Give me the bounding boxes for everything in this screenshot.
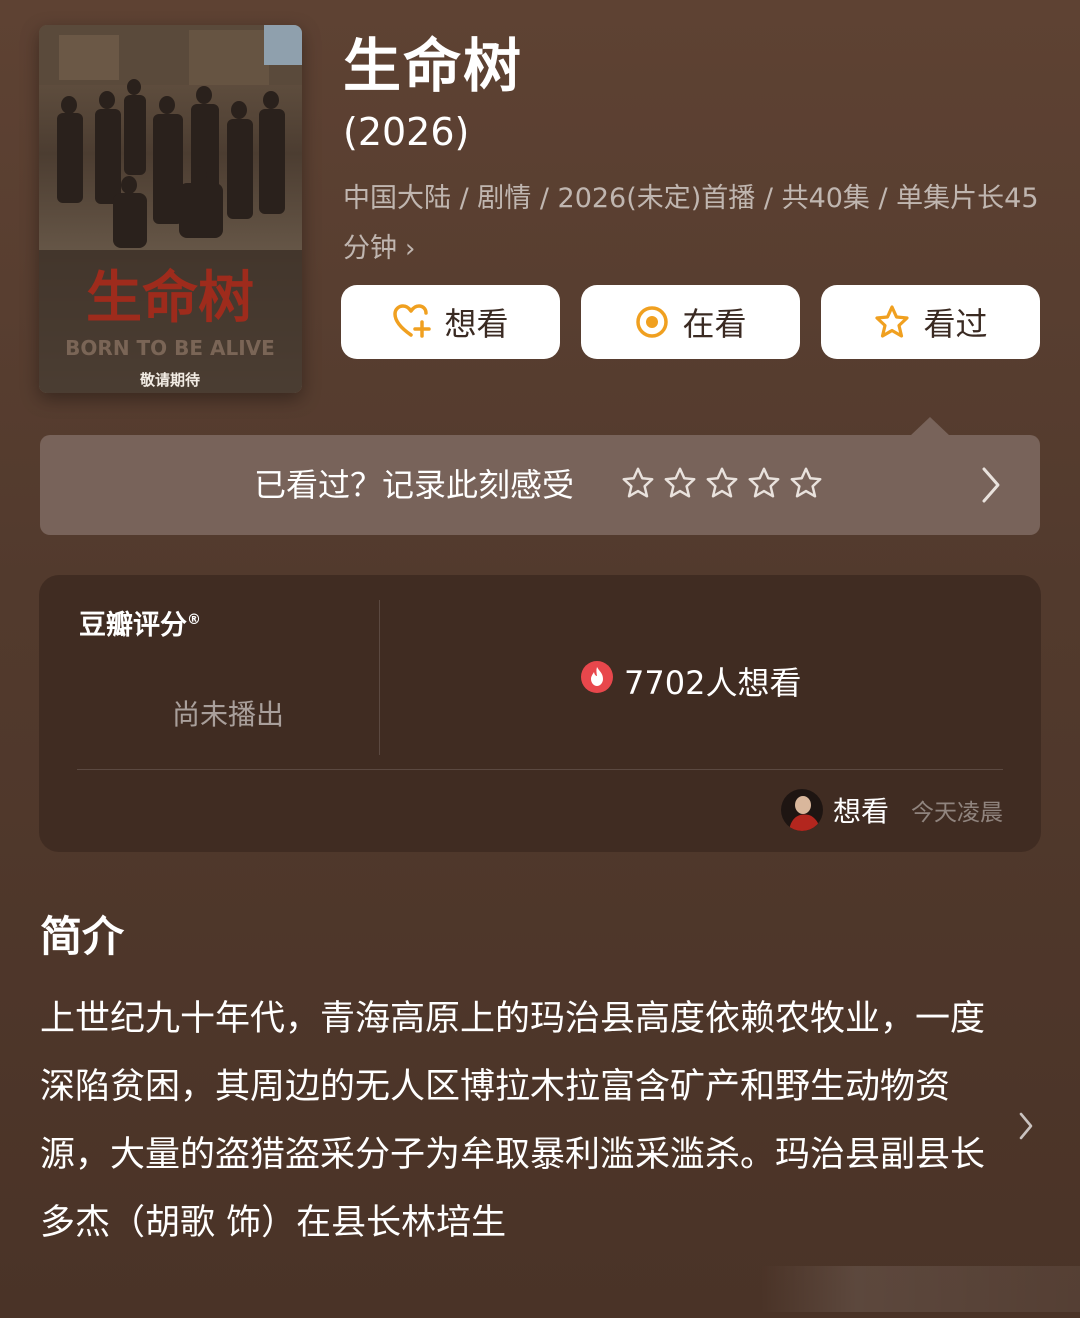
- star-rating-input[interactable]: [620, 465, 824, 501]
- watermark-overlay: [760, 1266, 1080, 1312]
- rating-prompt-bar[interactable]: 已看过？记录此刻感受: [40, 435, 1040, 535]
- rating-prompt-text: 已看过？记录此刻感受: [254, 466, 575, 504]
- star-outline-icon[interactable]: [620, 465, 656, 501]
- vertical-divider: [379, 600, 380, 755]
- score-title-text: 豆瓣评分: [79, 610, 187, 641]
- poster-subtitle-art: BORN TO BE ALIVE: [65, 336, 275, 360]
- chevron-right-icon: ›: [405, 234, 416, 264]
- horizontal-divider: [77, 769, 1003, 770]
- star-outline-icon[interactable]: [704, 465, 740, 501]
- want-count-text: 7702人想看: [624, 664, 802, 702]
- friend-activity[interactable]: 想看 今天凌晨: [780, 789, 1003, 831]
- watching-label: 在看: [682, 305, 747, 343]
- intro-heading: 简介: [40, 912, 125, 961]
- avatar[interactable]: [780, 789, 823, 831]
- poster-title-art: 生命树: [86, 265, 254, 331]
- watched-button[interactable]: 看过: [821, 285, 1040, 359]
- target-circle-icon: [634, 304, 670, 340]
- star-icon: [873, 304, 911, 340]
- score-status: 尚未播出: [172, 698, 285, 731]
- poster-tagline: 敬请期待: [139, 371, 200, 389]
- activity-label: 想看: [832, 795, 889, 828]
- intro-text[interactable]: 上世纪九十年代，青海高原上的玛治县高度依赖农牧业，一度深陷贫困，其周边的无人区博…: [40, 985, 985, 1257]
- star-outline-icon[interactable]: [662, 465, 698, 501]
- score-title: 豆瓣评分®: [79, 603, 201, 642]
- chevron-right-icon[interactable]: [978, 465, 1004, 509]
- watched-label: 看过: [923, 305, 988, 343]
- want-to-watch-label: 想看: [444, 305, 509, 343]
- release-year: (2026): [343, 110, 470, 154]
- want-to-watch-button[interactable]: 想看: [341, 285, 560, 359]
- poster-image[interactable]: 生命树 BORN TO BE ALIVE 敬请期待: [39, 25, 302, 393]
- star-outline-icon[interactable]: [746, 465, 782, 501]
- watching-button[interactable]: 在看: [581, 285, 800, 359]
- meta-info[interactable]: 中国大陆 / 剧情 / 2026(未定)首播 / 共40集 / 单集片长45分钟…: [343, 174, 1043, 274]
- poster-artwork: 生命树 BORN TO BE ALIVE 敬请期待: [39, 25, 302, 393]
- meta-text: 中国大陆 / 剧情 / 2026(未定)首播 / 共40集 / 单集片长45分钟: [343, 183, 1039, 264]
- activity-time: 今天凌晨: [911, 800, 1003, 826]
- score-card[interactable]: 豆瓣评分® 尚未播出 7702人想看 想看 今天凌晨: [39, 575, 1041, 852]
- heart-plus-icon: [392, 304, 432, 340]
- chevron-right-icon[interactable]: [1016, 1110, 1036, 1146]
- star-outline-icon[interactable]: [788, 465, 824, 501]
- page-title: 生命树: [343, 32, 524, 100]
- want-count[interactable]: 7702人想看: [580, 658, 801, 704]
- tooltip-notch: [910, 417, 950, 436]
- registered-mark: ®: [187, 612, 201, 628]
- fire-icon: [580, 660, 614, 702]
